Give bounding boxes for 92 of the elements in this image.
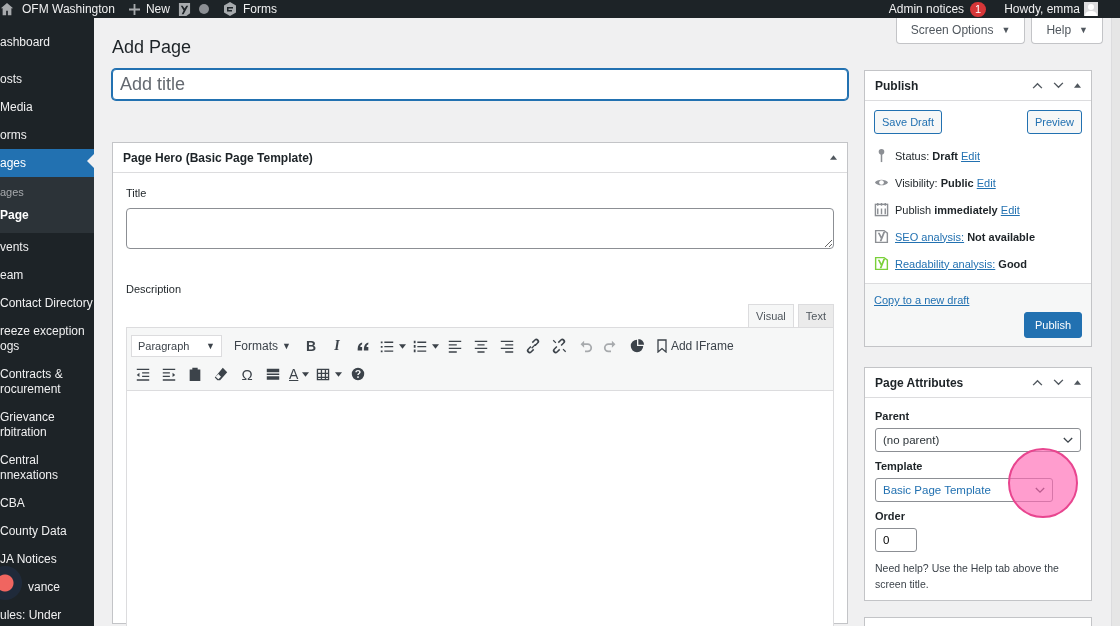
unlink-icon: [550, 338, 567, 354]
edit-link[interactable]: Edit: [976, 176, 996, 189]
more-icon: [265, 366, 281, 382]
sidebar-item[interactable]: osts: [0, 65, 94, 93]
screen-options-button[interactable]: Screen Options ▼: [895, 18, 1026, 44]
align-center-icon: [472, 338, 489, 354]
sidebar-item[interactable]: Contact Directory: [0, 289, 94, 317]
analysis-text: SEO analysis: Not available: [895, 230, 1035, 243]
help-icon: [350, 366, 367, 382]
plus-icon: [128, 3, 140, 15]
panel-title: Page Hero (Basic Page Template): [123, 150, 313, 165]
text-color-button[interactable]: A: [287, 362, 312, 386]
preview-button[interactable]: Preview: [1026, 110, 1082, 134]
edit-link[interactable]: Edit: [1000, 203, 1020, 216]
title-field[interactable]: Add title: [112, 69, 848, 100]
field-label: Template: [875, 460, 924, 472]
save-draft-button[interactable]: Save Draft: [874, 110, 942, 134]
sidebar-item[interactable]: ages: [0, 149, 94, 177]
align-right-icon: [498, 338, 515, 354]
format-select[interactable]: Paragraph ▼: [131, 335, 222, 357]
submenu-item[interactable]: ages: [0, 182, 94, 205]
sidebar-item[interactable]: reeze exception ogs: [0, 317, 94, 360]
field-label: Description: [126, 283, 183, 295]
sidebar-item[interactable]: vents: [0, 233, 94, 261]
eraser-icon: [213, 366, 229, 382]
sidebar-item[interactable]: Grievance rbitration: [0, 403, 94, 446]
hero-title-field[interactable]: [126, 208, 834, 249]
collapse-icon[interactable]: [1074, 83, 1081, 88]
move-down-icon[interactable]: [1053, 82, 1064, 89]
add-iframe-button[interactable]: Add IFrame: [650, 334, 740, 358]
sidebar-item[interactable]: Central nnexations: [0, 446, 94, 489]
align-left-icon: [446, 338, 463, 354]
page-heading: Add Page: [112, 36, 193, 59]
analysis-link[interactable]: SEO analysis:: [895, 230, 965, 243]
editor-tab[interactable]: Visual: [748, 304, 794, 327]
editor-tab[interactable]: Text: [797, 304, 834, 327]
publish-setting-text: Visibility: Public Edit: [895, 176, 996, 189]
panel-title: Publish: [875, 78, 919, 93]
pie-icon: [628, 338, 645, 354]
plugin-icon[interactable]: [177, 1, 191, 17]
collapse-icon[interactable]: [830, 155, 837, 160]
omega-button[interactable]: Ω: [235, 362, 259, 386]
sidebar-item[interactable]: JA Notices: [0, 545, 94, 573]
indent-icon: [161, 366, 177, 382]
submenu-item[interactable]: Page: [0, 205, 94, 228]
chevron-icon: [1063, 436, 1073, 444]
link-icon: [524, 338, 541, 354]
forms-link[interactable]: Forms: [222, 2, 277, 16]
copy-draft-link[interactable]: Copy to a new draft: [874, 294, 970, 306]
table-icon: [315, 366, 332, 382]
analysis-link[interactable]: Readability analysis:: [895, 257, 996, 270]
numbers-icon: [411, 338, 428, 354]
outdent-icon: [135, 366, 151, 382]
sidebar-item[interactable]: Contracts & rocurement: [0, 360, 94, 403]
publish-setting-text: Status: Draft Edit: [895, 149, 980, 162]
sidebar-item[interactable]: orms: [0, 121, 94, 149]
move-up-icon[interactable]: [1032, 379, 1043, 386]
template-select[interactable]: Basic Page Template: [875, 478, 1053, 502]
publish-button[interactable]: Publish: [1023, 312, 1082, 338]
bookmark-icon: [656, 339, 667, 353]
account-link[interactable]: Howdy, emma: [1004, 2, 1080, 16]
sidebar-item[interactable]: County Data: [0, 517, 94, 545]
home-icon[interactable]: [0, 2, 14, 16]
order-field[interactable]: 0: [875, 528, 917, 552]
sidebar-item[interactable]: ules: Under: [0, 601, 94, 626]
notice-count-badge: 1: [970, 1, 987, 17]
sidebar-item[interactable]: Media: [0, 93, 94, 121]
site-name-link[interactable]: OFM Washington: [22, 2, 115, 16]
publish-setting-text: Publish immediately Edit: [895, 203, 1020, 216]
sidebar-item[interactable]: ashboard: [0, 28, 94, 56]
help-text: Need help? Use the Help tab above the screen title.: [875, 561, 1060, 592]
field-label: Order: [875, 510, 906, 522]
chevron-icon: [1035, 486, 1045, 494]
move-down-icon[interactable]: [1053, 379, 1064, 386]
analysis-text: Readability analysis: Good: [895, 257, 1028, 270]
italic-button[interactable]: I: [324, 334, 349, 358]
panel-title: Page Attributes: [875, 375, 964, 390]
admin-notices-link[interactable]: Admin notices: [888, 2, 965, 16]
edit-link[interactable]: Edit: [961, 149, 980, 162]
formats-menu[interactable]: Formats ▼: [228, 334, 297, 358]
field-label: Title: [126, 187, 148, 199]
move-up-icon[interactable]: [1032, 82, 1043, 89]
parent-select[interactable]: (no parent): [875, 428, 1081, 452]
collapse-icon[interactable]: [1074, 380, 1081, 385]
field-label: Parent: [875, 410, 911, 422]
status-dot-icon[interactable]: [198, 4, 209, 14]
bold-button[interactable]: B: [298, 334, 323, 358]
sidebar-item[interactable]: eam: [0, 261, 94, 289]
paste-icon: [187, 366, 203, 382]
new-link[interactable]: New: [128, 2, 170, 16]
help-button[interactable]: Help ▼: [1031, 18, 1103, 44]
sidebar-item[interactable]: CBA: [0, 489, 94, 517]
